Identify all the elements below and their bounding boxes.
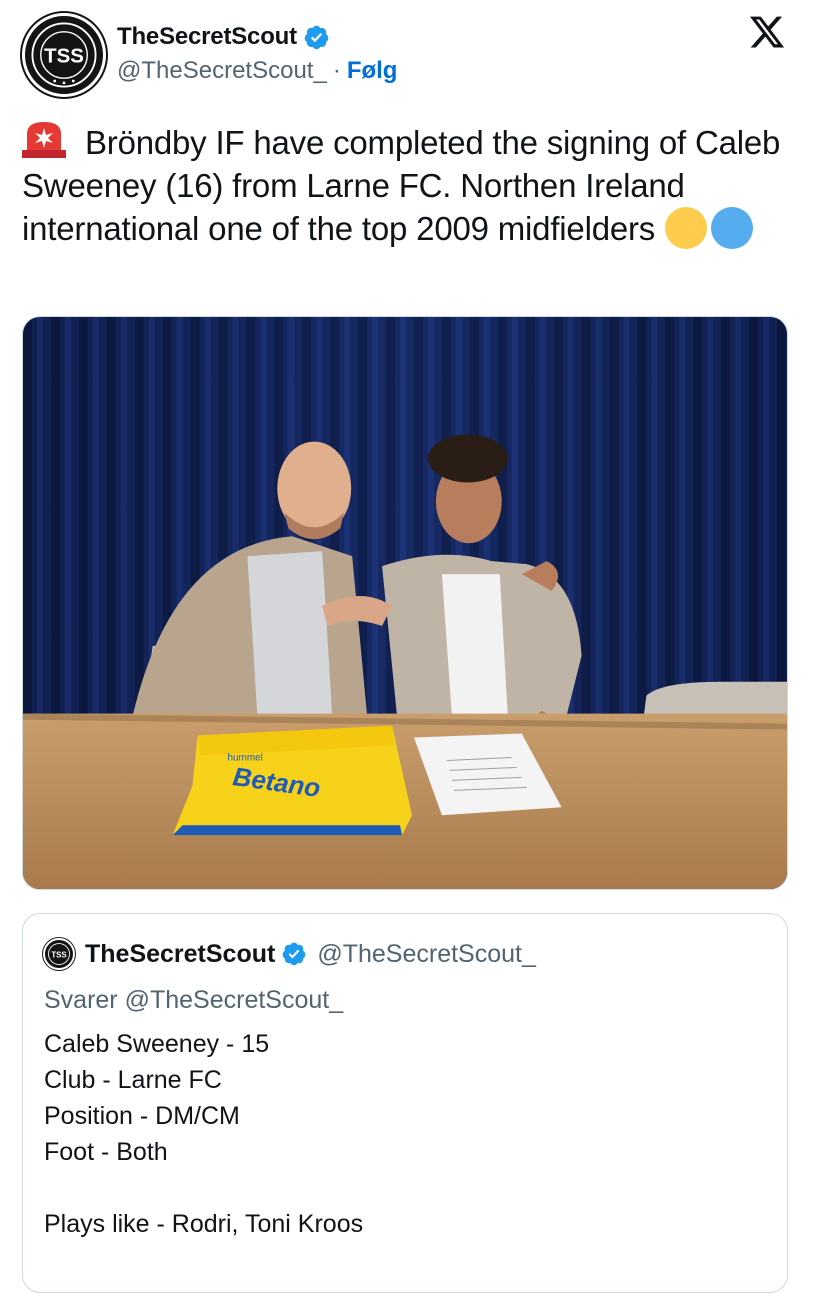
quoted-reply-context: Svarer @TheSecretScout_ (44, 986, 344, 1014)
tweet-text: Bröndby IF have completed the signing of… (22, 120, 792, 250)
yellow-circle-emoji (665, 207, 708, 249)
blue-circle-emoji (711, 207, 754, 249)
author-handle[interactable]: @TheSecretScout_ (117, 57, 327, 85)
avatar-monogram: TSS (44, 45, 84, 67)
verified-badge-icon (282, 942, 306, 966)
handle-separator: · (332, 57, 341, 84)
quoted-line: Foot - Both (44, 1138, 168, 1166)
quoted-line: Caleb Sweeney - 15 (44, 1030, 270, 1058)
x-logo-icon[interactable] (748, 13, 786, 51)
quoted-display-name: TheSecretScout (85, 939, 276, 968)
quoted-handle: @TheSecretScout_ (317, 939, 536, 968)
verified-badge-icon (304, 25, 329, 49)
tweet-header: TSS TheSecretScout @TheSecretScout_ · Fø… (22, 13, 792, 99)
quoted-line: Plays like - Rodri, Toni Kroos (44, 1210, 364, 1238)
quoted-avatar-monogram: TSS (51, 951, 66, 960)
quoted-line: Position - DM/CM (44, 1102, 240, 1130)
follow-button[interactable]: Følg (347, 57, 398, 85)
quoted-tweet-body: Caleb Sweeney - 15 Club - Larne FC Posit… (44, 1026, 363, 1242)
quoted-tweet[interactable]: TSS TheSecretScout @TheSecretScout_ Svar… (22, 913, 788, 1293)
siren-emoji-icon (22, 122, 66, 158)
quoted-line (44, 1170, 363, 1206)
author-display-name[interactable]: TheSecretScout (117, 23, 297, 51)
tweet-photo[interactable]: Betano hummel (22, 316, 788, 890)
jersey-brand: hummel (227, 752, 262, 763)
quoted-line: Club - Larne FC (44, 1066, 222, 1094)
author-avatar[interactable]: TSS (22, 13, 106, 97)
quoted-author-avatar: TSS (43, 938, 75, 970)
